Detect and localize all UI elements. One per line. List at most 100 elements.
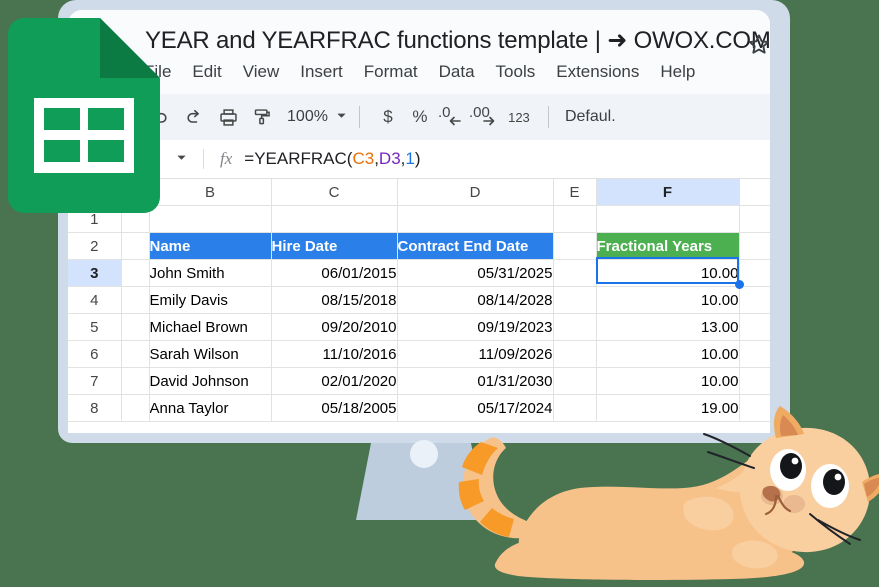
cell-a6[interactable]: [121, 340, 150, 368]
column-header-c[interactable]: C: [271, 179, 398, 206]
cell-b7[interactable]: David Johnson: [148, 367, 272, 395]
cell-f3-selected[interactable]: 10.00: [595, 259, 740, 287]
menu-item-insert[interactable]: Insert: [300, 62, 343, 82]
paint-format-icon[interactable]: [245, 102, 279, 132]
cell-d4[interactable]: 08/14/2028: [396, 286, 554, 314]
currency-format-button[interactable]: $: [372, 107, 404, 127]
column-header-d[interactable]: D: [397, 179, 554, 206]
more-formats-button[interactable]: 123: [502, 110, 536, 125]
row-header-7[interactable]: 7: [68, 367, 122, 395]
cell-f4[interactable]: 10.00: [595, 286, 740, 314]
column-header-e[interactable]: E: [553, 179, 597, 206]
column-header-g[interactable]: [739, 179, 770, 206]
cell-g6[interactable]: [739, 340, 770, 368]
cell-a4[interactable]: [121, 286, 150, 314]
cell-b6[interactable]: Sarah Wilson: [148, 340, 272, 368]
formula-input[interactable]: =YEARFRAC(C3,D3,1): [244, 149, 420, 169]
formula-prefix: =YEARFRAC(: [244, 149, 353, 168]
row-header-5[interactable]: 5: [68, 313, 122, 341]
cell-c6[interactable]: 11/10/2016: [270, 340, 398, 368]
cell-b5[interactable]: Michael Brown: [148, 313, 272, 341]
cell-g1[interactable]: [739, 205, 770, 233]
toolbar-divider: [358, 106, 360, 128]
increase-decimal-button[interactable]: .00: [468, 104, 502, 130]
menu-item-edit[interactable]: Edit: [192, 62, 221, 82]
cell-e2[interactable]: [553, 232, 597, 260]
formula-ref-c3: C3: [352, 149, 375, 168]
zoom-control[interactable]: 100%: [287, 108, 347, 126]
cell-f6[interactable]: 10.00: [595, 340, 740, 368]
cell-g5[interactable]: [739, 313, 770, 341]
cell-c5[interactable]: 09/20/2010: [270, 313, 398, 341]
cell-b8[interactable]: Anna Taylor: [148, 394, 272, 422]
cell-g4[interactable]: [739, 286, 770, 314]
cell-d6[interactable]: 11/09/2026: [396, 340, 554, 368]
table-row: 6 Sarah Wilson 11/10/2016 11/09/2026 10.…: [68, 340, 770, 368]
fx-icon: fx: [220, 149, 233, 168]
cell-e7[interactable]: [553, 367, 597, 395]
sheet-table: B C D E F 1 2 Name Hire Date Contract En…: [68, 179, 770, 422]
name-box-chevron-down-icon[interactable]: [176, 152, 187, 166]
font-family-selector[interactable]: Defaul.: [565, 108, 616, 126]
decrease-decimal-button[interactable]: .0: [436, 104, 468, 130]
formula-arg-basis: 1: [405, 149, 415, 168]
row-header-3[interactable]: 3: [68, 259, 122, 287]
cell-c1[interactable]: [271, 205, 398, 233]
cell-g2[interactable]: [739, 232, 770, 260]
cell-d7[interactable]: 01/31/2030: [396, 367, 554, 395]
star-icon[interactable]: [746, 32, 770, 58]
cell-d5[interactable]: 09/19/2023: [396, 313, 554, 341]
cat-illustration: [432, 404, 879, 582]
row-header-4[interactable]: 4: [68, 286, 122, 314]
cell-e4[interactable]: [553, 286, 597, 314]
print-icon[interactable]: [211, 102, 245, 132]
menu-item-extensions[interactable]: Extensions: [556, 62, 639, 82]
zoom-value: 100%: [287, 108, 328, 125]
cell-a2[interactable]: [121, 232, 150, 260]
cell-b2-name-header[interactable]: Name: [148, 232, 272, 260]
formula-bar: fx =YEARFRAC(C3,D3,1): [68, 140, 770, 179]
cell-e6[interactable]: [553, 340, 597, 368]
cell-a7[interactable]: [121, 367, 150, 395]
cell-e1[interactable]: [553, 205, 597, 233]
cell-b3[interactable]: John Smith: [148, 259, 272, 287]
cell-g7[interactable]: [739, 367, 770, 395]
table-row: 5 Michael Brown 09/20/2010 09/19/2023 13…: [68, 313, 770, 341]
row-header-6[interactable]: 6: [68, 340, 122, 368]
cell-c8[interactable]: 05/18/2005: [270, 394, 398, 422]
row-header-8[interactable]: 8: [68, 394, 122, 422]
menu-item-tools[interactable]: Tools: [496, 62, 536, 82]
cell-a3[interactable]: [121, 259, 150, 287]
cell-f1[interactable]: [596, 205, 740, 233]
menu-item-view[interactable]: View: [243, 62, 280, 82]
document-title[interactable]: YEAR and YEARFRAC functions template | ➜…: [145, 26, 770, 55]
column-header-f[interactable]: F: [596, 179, 740, 206]
redo-icon[interactable]: [177, 102, 211, 132]
column-header-b[interactable]: B: [149, 179, 272, 206]
cell-f5[interactable]: 13.00: [595, 313, 740, 341]
cell-d3[interactable]: 05/31/2025: [396, 259, 554, 287]
menu-item-data[interactable]: Data: [439, 62, 475, 82]
percent-format-button[interactable]: %: [404, 107, 436, 127]
cell-c4[interactable]: 08/15/2018: [270, 286, 398, 314]
cell-e3[interactable]: [553, 259, 597, 287]
cell-g3[interactable]: [739, 259, 770, 287]
cell-b4[interactable]: Emily Davis: [148, 286, 272, 314]
menu-item-format[interactable]: Format: [364, 62, 418, 82]
cell-b1[interactable]: [149, 205, 272, 233]
cell-d2-contract-end-header[interactable]: Contract End Date: [396, 232, 554, 260]
cell-f7[interactable]: 10.00: [595, 367, 740, 395]
spreadsheet-grid: B C D E F 1 2 Name Hire Date Contract En…: [68, 179, 770, 422]
formula-suffix: ): [414, 149, 421, 168]
arrow-right-icon: [483, 116, 495, 126]
cell-f2-fractional-years-header[interactable]: Fractional Years: [595, 232, 740, 260]
cell-d1[interactable]: [397, 205, 554, 233]
cell-a8[interactable]: [121, 394, 150, 422]
cell-c3[interactable]: 06/01/2015: [270, 259, 398, 287]
cell-c2-hire-date-header[interactable]: Hire Date: [270, 232, 398, 260]
cell-c7[interactable]: 02/01/2020: [270, 367, 398, 395]
cell-a5[interactable]: [121, 313, 150, 341]
row-header-2[interactable]: 2: [68, 232, 122, 260]
cell-e5[interactable]: [553, 313, 597, 341]
menu-item-help[interactable]: Help: [660, 62, 695, 82]
